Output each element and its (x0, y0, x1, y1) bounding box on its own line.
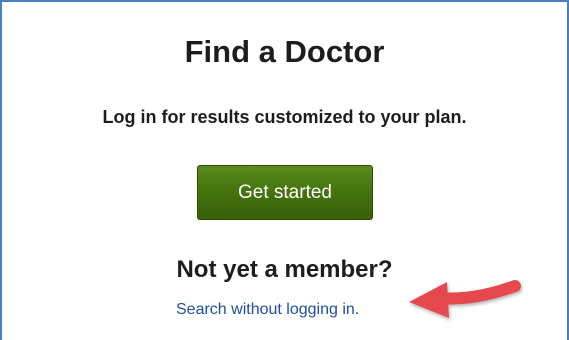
red-pointer-arrow-icon (409, 280, 521, 318)
login-prompt-text: Log in for results customized to your pl… (102, 107, 467, 127)
search-without-login-link[interactable]: Search without logging in. (176, 299, 359, 321)
page-title: Find a Doctor (184, 34, 385, 69)
get-started-button[interactable]: Get started (197, 165, 373, 220)
